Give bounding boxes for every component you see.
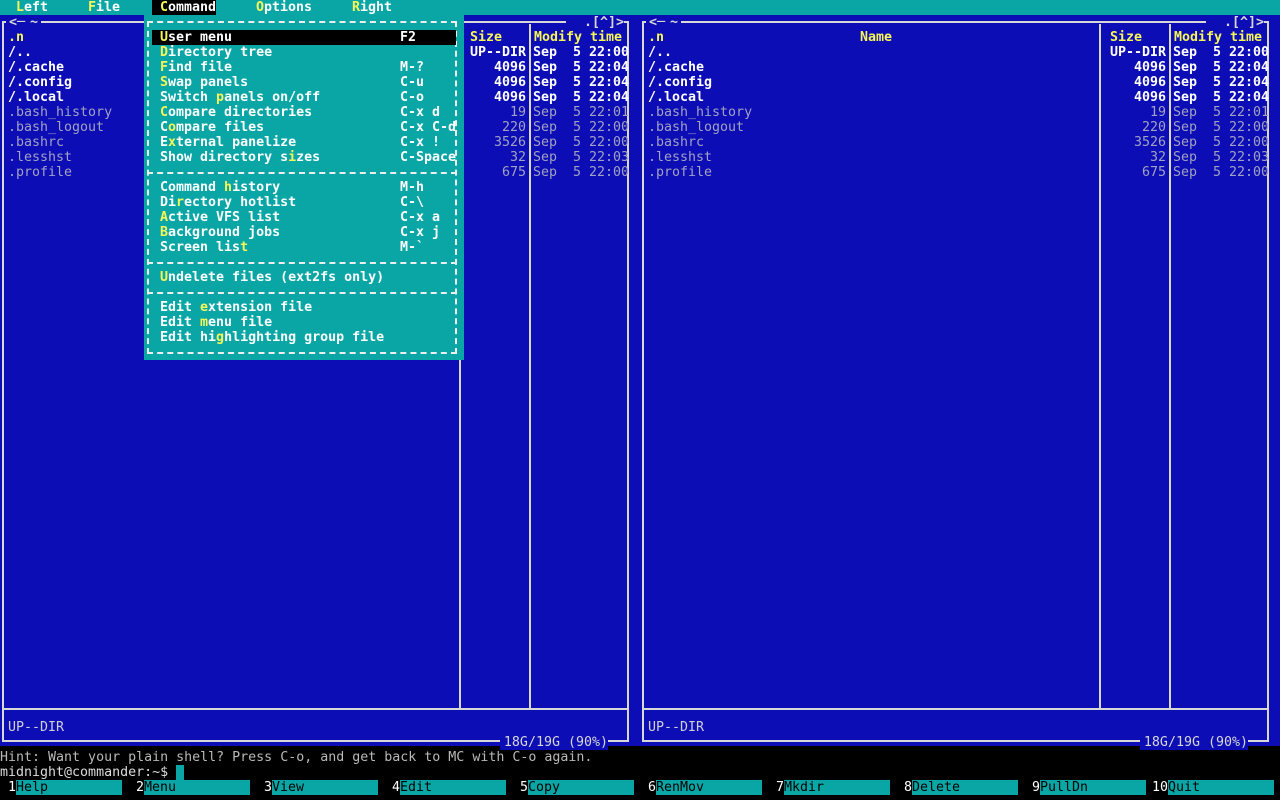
menu-item-edit-extension-file[interactable]: Edit extension file [152,300,456,315]
disk-usage: 18G/19G (90%) [1140,735,1248,750]
column-header-name[interactable]: Name [648,30,1104,45]
mini-status-divider [4,708,627,710]
shortcut-label: F2 [400,30,417,45]
history-back-icon[interactable]: <─ [649,15,665,30]
file-row[interactable]: .bashrc 3526 Sep 5 22:00 [640,135,1280,150]
mini-status-divider [644,708,1267,710]
menu-separator [147,292,457,294]
fn-key-renmov[interactable]: 6 RenMov [640,780,768,795]
shortcut-label: C-x a [400,210,441,225]
menubar-item-file[interactable]: File [88,0,120,15]
file-row[interactable]: /.config 4096 Sep 5 22:04 [640,75,1280,90]
menu-item-swap-panels[interactable]: Swap panels C-u [152,75,456,90]
column-header-size[interactable]: Size [1110,30,1142,45]
menu-item-user-menu[interactable]: User menu F2 [152,30,456,45]
menubar-item-left[interactable]: Left [16,0,48,15]
shortcut-label: M-h [400,180,425,195]
column-header-mtime[interactable]: Modify time [534,30,622,45]
menu-item-active-vfs-list[interactable]: Active VFS list C-x a [152,210,456,225]
menu-item-directory-hotlist[interactable]: Directory hotlist C-\ [152,195,456,210]
fn-key-quit[interactable]: 10 Quit [1152,780,1280,795]
panel-path: ~ [30,15,39,30]
file-row[interactable]: /.. UP--DIR Sep 5 22:00 [640,45,1280,60]
fn-key-pulldn[interactable]: 9 PullDn [1024,780,1152,795]
right-panel-header-row: .n Name Size Modify time [640,30,1280,45]
command-dropdown-menu: User menu F2 Directory tree Find file M-? … [144,15,464,360]
file-row[interactable]: .profile 675 Sep 5 22:00 [640,165,1280,180]
panel-path: ~ [670,15,679,30]
menu-item-command-history[interactable]: Command history M-h [152,180,456,195]
menu-item-edit-menu-file[interactable]: Edit menu file [152,315,456,330]
menu-separator [147,172,457,174]
menu-item-compare-directories[interactable]: Compare directories C-x d [152,105,456,120]
shell-prompt[interactable]: midnight@commander:~$ [0,765,1280,780]
hint-line: Hint: Want your plain shell? Press C-o, … [0,750,593,765]
history-back-icon[interactable]: <─ [9,15,25,30]
menubar-item-command[interactable]: Command [160,0,216,15]
mini-status: UP--DIR [8,720,65,735]
menu-separator [147,262,457,264]
file-row[interactable]: .lesshst 32 Sep 5 22:03 [640,150,1280,165]
shortcut-label: C-o [400,90,425,105]
file-row[interactable]: .bash_logout 220 Sep 5 22:00 [640,120,1280,135]
menu-item-show-directory-sizes[interactable]: Show directory sizes C-Space [152,150,456,165]
menubar-item-options[interactable]: Options [256,0,312,15]
mini-status: UP--DIR [648,720,705,735]
fn-key-help[interactable]: 1 Help [0,780,128,795]
shortcut-label: M-? [400,60,425,75]
file-row[interactable]: /.local 4096 Sep 5 22:04 [640,90,1280,105]
function-key-bar: 1 Help 2 Menu 3 View 4 Edit 5 Copy 6 RenMov 7M… [0,780,1280,795]
terminal-cursor [176,765,184,780]
shortcut-label: C-Space [400,150,457,165]
fn-key-copy[interactable]: 5 Copy [512,780,640,795]
fn-key-view[interactable]: 3 View [256,780,384,795]
file-row[interactable]: .bash_history 19 Sep 5 22:01 [640,105,1280,120]
shortcut-label: C-x d [400,105,441,120]
shortcut-label: C-x C-d [400,120,457,135]
fn-key-menu[interactable]: 2 Menu [128,780,256,795]
shortcut-label: C-x j [400,225,441,240]
menu-item-switch-panels-on-off[interactable]: Switch panels on/off C-o [152,90,456,105]
menu-item-directory-tree[interactable]: Directory tree [152,45,456,60]
disk-usage: 18G/19G (90%) [500,735,608,750]
fn-key-mkdir[interactable]: 7 Mkdir [768,780,896,795]
left-panel-controls[interactable]: .[^]> [566,15,624,30]
shortcut-label: C-\ [400,195,425,210]
menu-item-find-file[interactable]: Find file M-? [152,60,456,75]
fn-key-delete[interactable]: 8 Delete [896,780,1024,795]
mc-screen: Left File Command Options Right <─ ~ .[^]… [0,0,1280,800]
menu-bar: Left File Command Options Right [0,0,1280,15]
left-panel-title[interactable]: <─ ~ [6,15,42,30]
file-row[interactable]: /.cache 4096 Sep 5 22:04 [640,60,1280,75]
right-panel: <─ ~ .[^]> .n Name Size Modify time /.. UP… [640,15,1280,750]
shortcut-label: C-x ! [400,135,441,150]
menu-item-screen-list[interactable]: Screen list M-` [152,240,456,255]
menu-item-external-panelize[interactable]: External panelize C-x ! [152,135,456,150]
fn-key-edit[interactable]: 4 Edit [384,780,512,795]
right-panel-title[interactable]: <─ ~ [646,15,682,30]
shortcut-label: M-` [400,240,425,255]
menu-item-compare-files[interactable]: Compare files C-x C-d [152,120,456,135]
menu-item-background-jobs[interactable]: Background jobs C-x j [152,225,456,240]
menu-item-edit-highlighting-group-file[interactable]: Edit highlighting group file [152,330,456,345]
column-header-size[interactable]: Size [470,30,502,45]
right-panel-controls[interactable]: .[^]> [1206,15,1264,30]
shortcut-label: C-u [400,75,425,90]
menu-item-undelete-files[interactable]: Undelete files (ext2fs only) [152,270,456,285]
column-header-mtime[interactable]: Modify time [1174,30,1262,45]
menubar-item-right[interactable]: Right [352,0,392,15]
